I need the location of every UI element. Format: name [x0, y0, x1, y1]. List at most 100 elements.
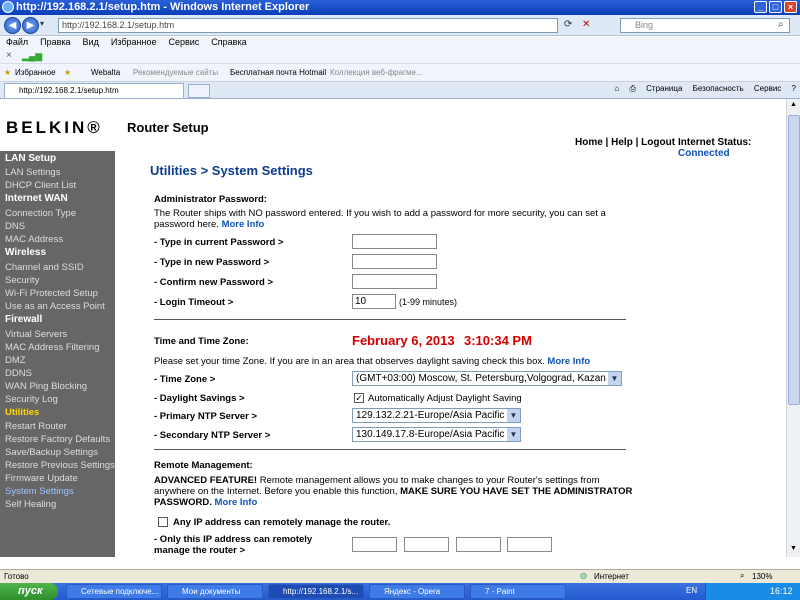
sidebar-item-internet-wan[interactable]: Internet WAN — [5, 193, 68, 204]
primary-ntp-label: - Primary NTP Server > — [154, 411, 258, 422]
sidebar-item-wi-fi-protected-setup[interactable]: Wi-Fi Protected Setup — [5, 288, 98, 299]
ip-octet-2-input[interactable] — [404, 537, 449, 552]
menu-bar: Файл Правка Вид Избранное Сервис Справка — [0, 37, 800, 50]
top-links[interactable]: Home | Help | Logout — [575, 137, 675, 148]
close-button[interactable]: × — [784, 1, 797, 13]
minimize-button[interactable]: _ — [754, 1, 767, 13]
secondary-ntp-select[interactable]: 130.149.17.8-Europe/Asia Pacific ▼ — [352, 427, 521, 442]
sidebar-item-utilities[interactable]: Utilities — [5, 407, 39, 418]
taskbar-item-documents[interactable]: Мои документы — [167, 584, 263, 599]
menu-favorites[interactable]: Избранное — [111, 37, 157, 47]
new-tab-button[interactable] — [188, 84, 210, 98]
sidebar-item-connection-type[interactable]: Connection Type — [5, 208, 76, 219]
sidebar-item-ddns[interactable]: DDNS — [5, 368, 32, 379]
taskbar-item-opera[interactable]: Яндекс - Opera — [369, 584, 465, 599]
fav-webalta[interactable]: Webalta — [91, 68, 120, 77]
remote-more-info-link[interactable]: More Info — [215, 497, 258, 508]
divider — [154, 449, 626, 450]
language-indicator[interactable]: EN — [686, 586, 697, 595]
favorites-bar: ★ Избранное ★ Webalta Рекомендуемые сайт… — [0, 64, 800, 82]
login-timeout-input[interactable]: 10 — [352, 294, 396, 309]
zone-text: Интернет — [594, 572, 629, 581]
sidebar-item-firewall[interactable]: Firewall — [5, 314, 42, 325]
sidebar-item-use-as-an-access-point[interactable]: Use as an Access Point — [5, 301, 105, 312]
daylight-savings-checkbox[interactable]: ✓ — [354, 393, 364, 403]
scroll-up-icon[interactable]: ▲ — [790, 101, 797, 108]
time-more-info-link[interactable]: More Info — [547, 356, 590, 367]
sidebar-item-security[interactable]: Security — [5, 275, 39, 286]
admin-heading: Administrator Password: — [154, 194, 267, 205]
sidebar-item-wan-ping-blocking[interactable]: WAN Ping Blocking — [5, 381, 87, 392]
search-icon[interactable]: ⌕ — [778, 19, 784, 30]
sidebar-item-security-log[interactable]: Security Log — [5, 394, 58, 405]
sidebar-item-dhcp-client-list[interactable]: DHCP Client List — [5, 180, 76, 191]
scroll-down-icon[interactable]: ▼ — [790, 545, 797, 552]
address-input[interactable]: http://192.168.2.1/setup.htm — [58, 18, 558, 33]
fav-suggested[interactable]: Рекомендуемые сайты — [133, 68, 218, 77]
vertical-scrollbar[interactable]: ▲ ▼ — [786, 99, 800, 557]
sidebar-item-system-settings[interactable]: System Settings — [5, 486, 74, 497]
tab-setup[interactable]: http://192.168.2.1/setup.htm — [4, 83, 184, 98]
refresh-icon[interactable]: ⟳ — [564, 19, 572, 30]
menu-file[interactable]: Файл — [6, 37, 28, 47]
sidebar-item-lan-settings[interactable]: LAN Settings — [5, 167, 60, 178]
current-password-input[interactable] — [352, 234, 437, 249]
new-password-input[interactable] — [352, 254, 437, 269]
sidebar-item-wireless[interactable]: Wireless — [5, 247, 46, 258]
sidebar-item-self-healing[interactable]: Self Healing — [5, 499, 56, 510]
admin-more-info-link[interactable]: More Info — [222, 219, 265, 230]
taskbar-item-ie[interactable]: http://192.168.2.1/s... — [268, 584, 364, 599]
close-toolbar-icon[interactable]: × — [6, 50, 12, 61]
ip-octet-3-input[interactable] — [456, 537, 501, 552]
taskbar-item-network[interactable]: Сетевые подключе... — [66, 584, 162, 599]
add-favorite-icon[interactable]: ★ — [64, 68, 71, 77]
menu-tools[interactable]: Сервис — [168, 37, 199, 47]
status-bar: Готово ◍ Интернет ⌕ 130% — [0, 569, 800, 583]
sidebar-item-save-backup-settings[interactable]: Save/Backup Settings — [5, 447, 98, 458]
fav-hotmail[interactable]: Бесплатная почта Hotmail — [230, 68, 326, 77]
page-menu[interactable]: Страница — [646, 84, 682, 93]
favorites-button[interactable]: Избранное — [15, 68, 56, 77]
fav-webslices[interactable]: Коллекция веб-фрагме... — [330, 68, 423, 77]
sidebar-item-channel-and-ssid[interactable]: Channel and SSID — [5, 262, 84, 273]
start-button[interactable]: пуск — [0, 583, 58, 600]
sidebar-item-mac-address[interactable]: MAC Address — [5, 234, 63, 245]
help-icon[interactable]: ? — [792, 84, 796, 93]
sidebar-item-firmware-update[interactable]: Firmware Update — [5, 473, 78, 484]
sidebar-item-dns[interactable]: DNS — [5, 221, 25, 232]
zoom-level[interactable]: 130% — [752, 572, 772, 581]
search-input[interactable]: Bing — [620, 18, 790, 33]
scrollbar-thumb[interactable] — [788, 115, 800, 405]
print-icon[interactable]: ⎙ — [630, 84, 636, 93]
tools-menu[interactable]: Сервис — [754, 84, 781, 93]
maximize-button[interactable]: □ — [769, 1, 782, 13]
safety-menu[interactable]: Безопасность — [693, 84, 744, 93]
home-icon[interactable]: ⌂ — [614, 84, 619, 93]
taskbar-item-paint[interactable]: 7 - Paint — [470, 584, 566, 599]
menu-view[interactable]: Вид — [83, 37, 99, 47]
sidebar-item-lan-setup[interactable]: LAN Setup — [5, 153, 56, 164]
remote-warning-2: PASSWORD. — [154, 497, 212, 508]
ie-icon — [2, 1, 14, 13]
back-button[interactable]: ◀ — [4, 17, 21, 34]
ip-octet-4-input[interactable] — [507, 537, 552, 552]
sidebar-item-mac-address-filtering[interactable]: MAC Address Filtering — [5, 342, 100, 353]
sidebar-item-restore-factory-defaults[interactable]: Restore Factory Defaults — [5, 434, 110, 445]
window-title-bar[interactable]: http://192.168.2.1/setup.htm - Windows I… — [0, 0, 800, 15]
sidebar-item-dmz[interactable]: DMZ — [5, 355, 26, 366]
menu-help[interactable]: Справка — [211, 37, 246, 47]
time-zone-select[interactable]: (GMT+03:00) Moscow, St. Petersburg,Volgo… — [352, 371, 622, 386]
sidebar-item-restart-router[interactable]: Restart Router — [5, 421, 67, 432]
forward-button[interactable]: ▶ — [22, 17, 39, 34]
primary-ntp-select[interactable]: 129.132.2.21-Europe/Asia Pacific ▼ — [352, 408, 521, 423]
sidebar-item-virtual-servers[interactable]: Virtual Servers — [5, 329, 67, 340]
menu-edit[interactable]: Правка — [40, 37, 70, 47]
stop-icon[interactable]: ✕ — [582, 19, 590, 30]
system-tray: 16:12 — [705, 583, 800, 600]
confirm-password-input[interactable] — [352, 274, 437, 289]
sidebar-item-restore-previous-settings[interactable]: Restore Previous Settings — [5, 460, 115, 471]
any-ip-checkbox[interactable] — [158, 517, 168, 527]
ip-octet-1-input[interactable] — [352, 537, 397, 552]
history-dropdown-icon[interactable]: ▾ — [40, 19, 44, 28]
zoom-icon[interactable]: ⌕ — [740, 571, 744, 581]
